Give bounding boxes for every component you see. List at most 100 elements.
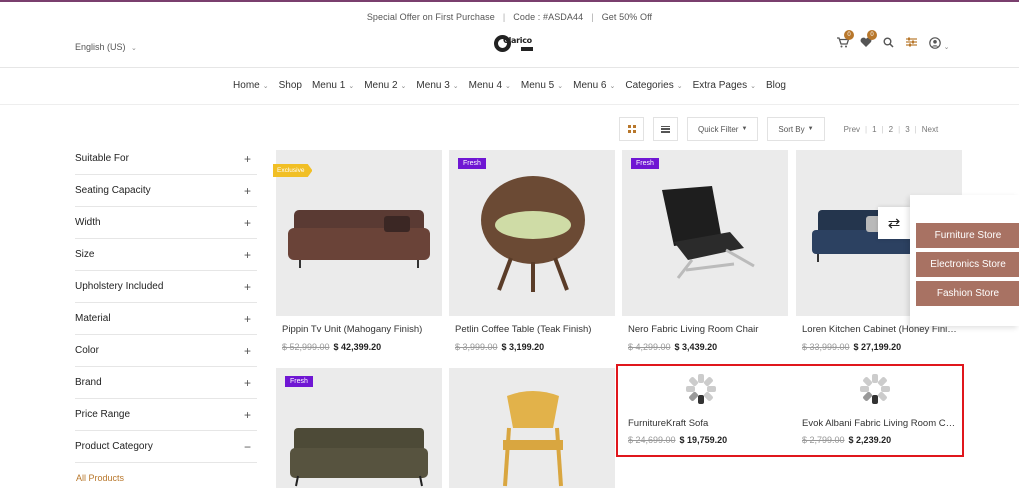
product-image[interactable] — [622, 150, 788, 316]
sale-price: $ 3,439.20 — [674, 342, 718, 352]
filter-width[interactable]: Width + — [75, 207, 257, 239]
filter-label: Material — [75, 313, 111, 324]
product-card[interactable]: Fresh Nero Fabric Living Room Chair $ 4,… — [622, 150, 788, 360]
quick-filter-button[interactable]: Quick Filter ▼ — [687, 117, 759, 141]
store-button-electronics[interactable]: Electronics Store — [916, 252, 1019, 277]
pager-page-3[interactable]: 3 — [905, 125, 909, 134]
filter-label: Size — [75, 249, 95, 260]
product-price: $ 4,299.00 $ 3,439.20 — [628, 342, 717, 352]
filter-price-range[interactable]: Price Range + — [75, 399, 257, 431]
filter-label: Upholstery Included — [75, 281, 164, 292]
nav-item-menu-2[interactable]: Menu 2 ⌄ — [364, 80, 406, 91]
nav-item-home[interactable]: Home ⌄ — [233, 80, 269, 91]
nav-item-menu-6[interactable]: Menu 6 ⌄ — [573, 80, 615, 91]
product-card[interactable]: Fresh Petlin Coffee Table (Teak Finish) … — [449, 150, 615, 360]
header-icons: 0 0 ⌄ — [836, 30, 950, 51]
compare-arrows-icon[interactable]: ⇄ — [878, 207, 910, 239]
sort-by-button[interactable]: Sort By ▼ — [767, 117, 825, 141]
nav-label: Home — [233, 80, 260, 91]
chevron-down-icon: ⌄ — [131, 45, 137, 52]
filter-product-category[interactable]: Product Category − — [75, 431, 257, 463]
nav-label: Extra Pages — [692, 80, 748, 91]
chevron-down-icon: ⌄ — [750, 83, 756, 90]
nav-label: Categories — [625, 80, 674, 91]
filter-label: Brand — [75, 377, 102, 388]
store-switcher-panel: Furniture Store Electronics Store Fashio… — [910, 195, 1019, 326]
nav-item-categories[interactable]: Categories ⌄ — [625, 80, 682, 91]
minus-icon: − — [243, 439, 251, 454]
highlight-box — [616, 364, 964, 457]
sale-price: $ 3,199.20 — [501, 342, 545, 352]
logo-bar — [521, 47, 533, 51]
chevron-down-icon: ⌄ — [557, 83, 564, 90]
site-logo[interactable]: Clarico — [494, 33, 537, 55]
offer-discount: Get 50% Off — [601, 12, 653, 22]
product-title[interactable]: Pippin Tv Unit (Mahogany Finish) — [282, 324, 440, 335]
caret-down-icon: ▼ — [807, 126, 814, 132]
chevron-down-icon: ⌄ — [676, 83, 683, 90]
nav-divider — [0, 104, 1019, 105]
filter-upholstery-included[interactable]: Upholstery Included + — [75, 271, 257, 303]
product-card[interactable] — [449, 368, 615, 488]
nav-item-extra-pages[interactable]: Extra Pages ⌄ — [693, 80, 756, 91]
product-card[interactable]: Fresh — [276, 368, 442, 488]
top-accent-bar — [0, 0, 1019, 2]
pager-next[interactable]: Next — [922, 125, 938, 134]
product-image[interactable] — [449, 150, 615, 316]
plus-icon: + — [243, 279, 251, 294]
nav-label: Menu 6 — [573, 80, 607, 91]
offer-bar: Special Offer on First Purchase | Code : #… — [366, 12, 653, 22]
plus-icon: + — [243, 247, 251, 262]
nav-item-menu-1[interactable]: Menu 1 ⌄ — [312, 80, 354, 91]
cart-icon[interactable]: 0 — [836, 30, 854, 50]
filter-brand[interactable]: Brand + — [75, 367, 257, 399]
cart-count-badge: 0 — [844, 30, 854, 40]
offer-code: Code : #ASDA44 — [513, 12, 584, 22]
plus-icon: + — [243, 375, 251, 390]
filter-seating-capacity[interactable]: Seating Capacity + — [75, 175, 257, 207]
main-nav: Home ⌄ Shop Menu 1 ⌄ Menu 2 ⌄ Menu 3 ⌄ Menu … — [0, 80, 1019, 91]
nav-item-menu-3[interactable]: Menu 3 ⌄ — [416, 80, 458, 91]
settings-sliders-icon[interactable] — [905, 37, 918, 50]
old-price: $ 33,999.00 — [802, 342, 850, 352]
exclusive-tag: Exclusive — [273, 164, 313, 177]
chevron-down-icon: ⌄ — [505, 83, 511, 90]
list-view-button[interactable] — [653, 117, 678, 141]
nav-label: Menu 1 — [311, 80, 346, 91]
filter-label: Seating Capacity — [75, 185, 151, 196]
nav-label: Menu 2 — [364, 80, 398, 91]
filter-color[interactable]: Color + — [75, 335, 257, 367]
nav-label: Menu 5 — [520, 80, 555, 91]
product-price: $ 3,999.00 $ 3,199.20 — [455, 342, 544, 352]
plus-icon: + — [243, 215, 251, 230]
product-price: $ 33,999.00 $ 27,199.20 — [802, 342, 901, 352]
product-image[interactable] — [449, 368, 615, 488]
language-selector[interactable]: English (US) ⌄ — [75, 42, 137, 52]
nav-item-shop[interactable]: Shop — [279, 80, 302, 91]
old-price: $ 3,999.00 — [455, 342, 498, 352]
product-title[interactable]: Nero Fabric Living Room Chair — [628, 324, 786, 335]
filter-material[interactable]: Material + — [75, 303, 257, 335]
wishlist-icon[interactable]: 0 — [859, 30, 877, 50]
user-account-icon[interactable]: ⌄ — [928, 37, 950, 51]
search-icon[interactable] — [882, 37, 895, 50]
store-button-fashion[interactable]: Fashion Store — [916, 281, 1019, 306]
product-card[interactable]: Exclusive Pippin Tv Unit (Mahogany Finis… — [273, 150, 442, 360]
sale-price: $ 27,199.20 — [853, 342, 902, 352]
nav-item-menu-4[interactable]: Menu 4 ⌄ — [469, 80, 511, 91]
chevron-down-icon: ⌄ — [943, 44, 950, 51]
nav-item-blog[interactable]: Blog — [766, 80, 786, 91]
chevron-down-icon: ⌄ — [452, 83, 459, 90]
filter-suitable-for[interactable]: Suitable For + — [75, 143, 257, 175]
pager-page-1[interactable]: 1 — [872, 125, 876, 134]
offer-text: Special Offer on First Purchase — [366, 12, 495, 22]
filter-size[interactable]: Size + — [75, 239, 257, 271]
pager-page-2[interactable]: 2 — [889, 125, 893, 134]
chevron-down-icon: ⌄ — [400, 83, 407, 90]
sale-price: $ 42,399.20 — [333, 342, 382, 352]
store-button-furniture[interactable]: Furniture Store — [916, 223, 1019, 248]
product-title[interactable]: Petlin Coffee Table (Teak Finish) — [455, 324, 613, 335]
grid-view-button[interactable] — [619, 117, 644, 141]
pager-prev[interactable]: Prev — [844, 125, 860, 134]
nav-item-menu-5[interactable]: Menu 5 ⌄ — [521, 80, 563, 91]
